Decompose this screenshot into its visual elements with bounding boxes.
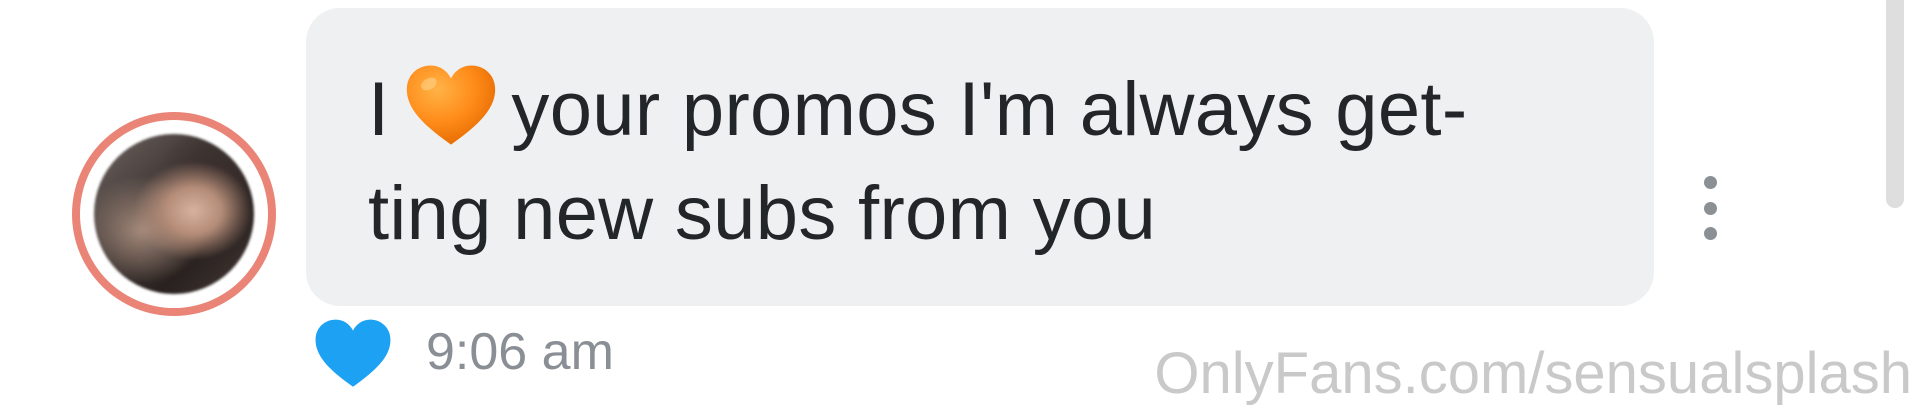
message-text: I your promos I'm always get- ting new s… (368, 58, 1608, 266)
watermark: OnlyFans.com/sensualsplash (1154, 341, 1912, 406)
more-options-button[interactable] (1690, 176, 1730, 240)
chat-message-row: I your promos I'm always get- ting new s… (0, 0, 1920, 416)
avatar-photo (94, 134, 254, 294)
heart-icon[interactable] (314, 318, 392, 390)
message-text-start: I (368, 67, 390, 152)
message-bubble[interactable]: I your promos I'm always get- ting new s… (306, 8, 1654, 306)
message-timestamp: 9:06 am (426, 323, 614, 381)
avatar-ring-gap (80, 120, 268, 308)
message-line-1: I your promos I'm always get- (368, 58, 1608, 162)
sender-avatar[interactable] (72, 112, 276, 316)
more-vertical-icon-dot (1703, 176, 1717, 189)
scrollbar-thumb[interactable] (1886, 0, 1904, 208)
orange-heart-icon (407, 65, 496, 145)
more-vertical-icon-dot (1703, 227, 1717, 240)
more-vertical-icon-dot (1703, 201, 1717, 215)
message-line-2: ting new subs from you (368, 171, 1157, 256)
message-text-line-1: your promos I'm always get- (511, 67, 1468, 152)
